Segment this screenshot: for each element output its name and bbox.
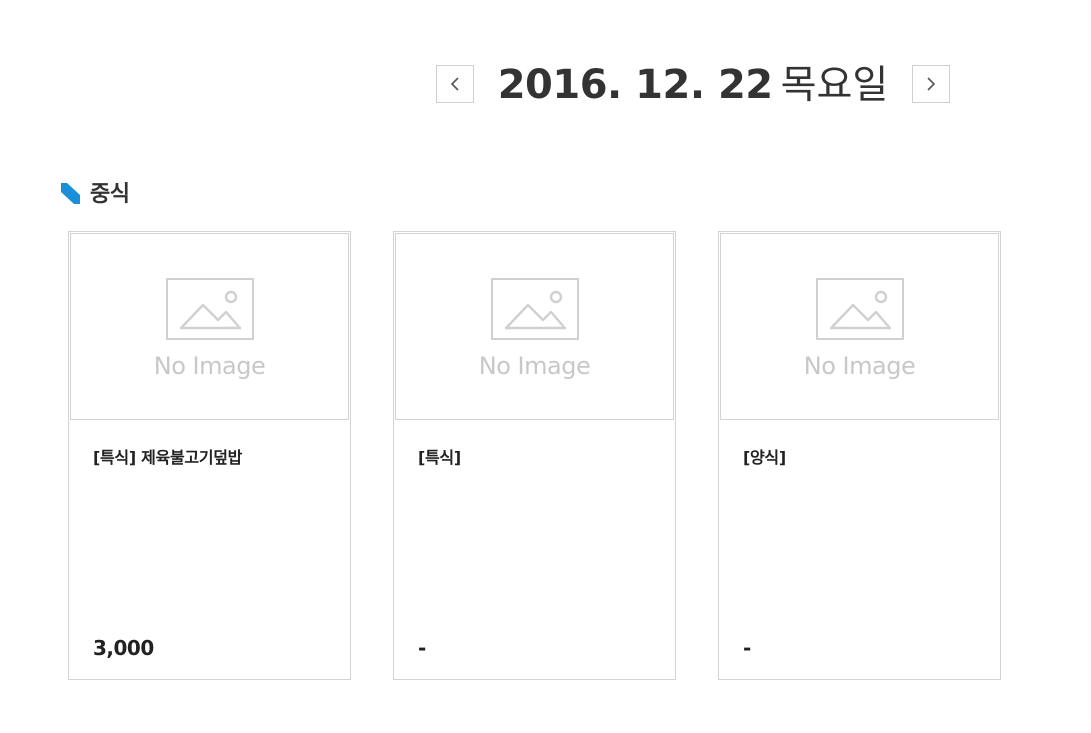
menu-title: [특식] 제육불고기덮밥 (93, 448, 243, 467)
menu-card[interactable]: No Image [특식] 제육불고기덮밥 3,000 (68, 231, 351, 680)
no-image-placeholder: No Image (720, 233, 999, 420)
no-image-placeholder: No Image (395, 233, 674, 420)
no-image-placeholder: No Image (70, 233, 349, 420)
prev-day-button[interactable] (436, 65, 474, 103)
menu-card[interactable]: No Image [양식] - (718, 231, 1001, 680)
menu-price: - (743, 636, 751, 660)
date-value: 2016. 12. 22 (497, 62, 773, 108)
section-title: 중식 (90, 182, 130, 207)
menu-price: 3,000 (93, 636, 154, 660)
date-navigator: 2016. 12. 22 목요일 (436, 62, 952, 108)
no-image-label: No Image (803, 352, 916, 380)
weekday-label: 목요일 (780, 63, 889, 108)
no-image-label: No Image (478, 352, 591, 380)
image-placeholder-icon (166, 278, 254, 340)
next-day-button[interactable] (912, 65, 950, 103)
section-bullet-icon (61, 183, 80, 204)
no-image-label: No Image (153, 352, 266, 380)
menu-price: - (418, 636, 426, 660)
image-placeholder-icon (491, 278, 579, 340)
chevron-left-icon (450, 77, 459, 91)
chevron-right-icon (927, 77, 936, 91)
menu-card[interactable]: No Image [특식] - (393, 231, 676, 680)
menu-title: [특식] (418, 448, 461, 467)
meal-menu-page: 2016. 12. 22 목요일 중식 No Image [특식] 제육불고기덮밥… (0, 0, 1091, 733)
menu-title: [양식] (743, 448, 786, 467)
image-placeholder-icon (816, 278, 904, 340)
section-header-lunch: 중식 (61, 177, 130, 207)
current-date: 2016. 12. 22 목요일 (474, 62, 912, 116)
